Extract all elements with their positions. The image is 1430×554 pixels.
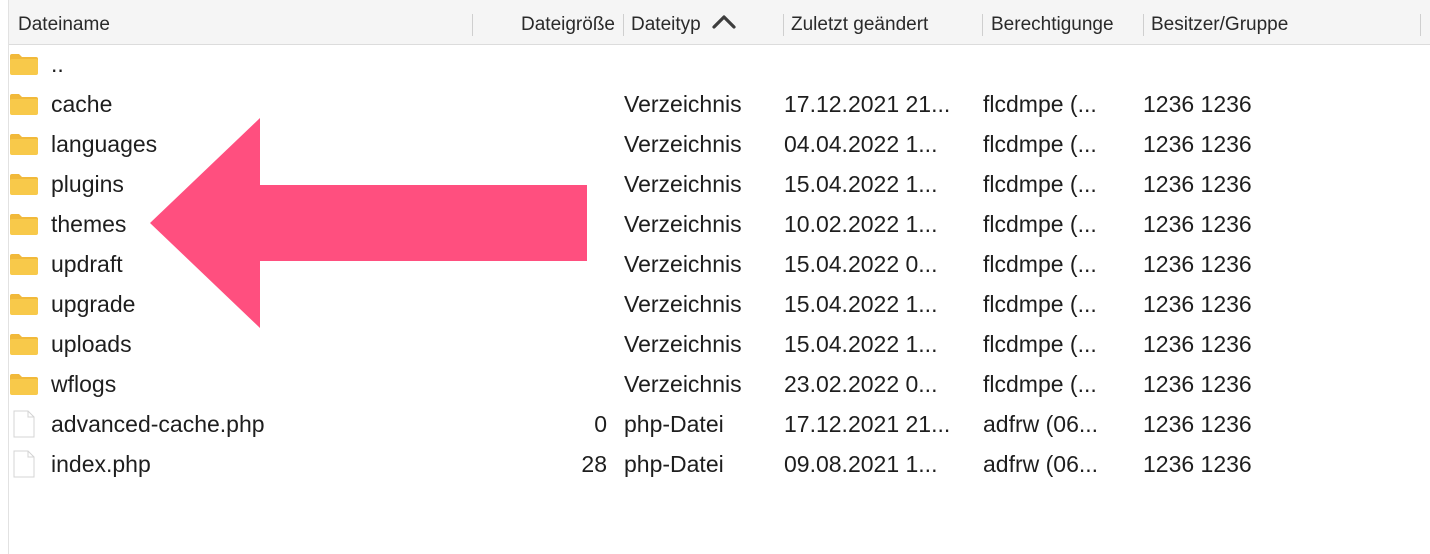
folder-icon	[10, 94, 38, 115]
cell-permissions: flcdmpe (...	[983, 331, 1097, 357]
cell-size	[479, 44, 607, 84]
table-row[interactable]: wflogs Verzeichnis 23.02.2022 0... flcdmpe …	[9, 364, 1430, 404]
cell-type: Verzeichnis	[624, 331, 742, 357]
cell-modified: 15.04.2022 0...	[784, 251, 938, 277]
cell-modified: 23.02.2022 0...	[784, 371, 938, 397]
cell-name: advanced-cache.php	[51, 411, 265, 437]
file-icon	[13, 410, 35, 438]
cell-type	[624, 44, 779, 84]
table-row[interactable]: ..	[9, 44, 1430, 84]
cell-permissions: flcdmpe (...	[983, 171, 1097, 197]
file-icon	[13, 450, 35, 478]
cell-name: wflogs	[51, 371, 117, 397]
folder-icon	[10, 374, 38, 395]
cell-permissions: flcdmpe (...	[983, 251, 1097, 277]
cell-owner: 1236 1236	[1143, 371, 1252, 397]
cell-permissions	[983, 44, 1141, 84]
folder-icon	[10, 334, 38, 355]
column-header-type-label: Dateityp	[631, 14, 701, 35]
cell-size: 0	[594, 411, 607, 437]
column-header-type[interactable]: Dateityp	[631, 0, 781, 44]
cell-permissions: flcdmpe (...	[983, 371, 1097, 397]
cell-size	[479, 364, 607, 404]
folder-icon	[10, 254, 38, 275]
cell-type: Verzeichnis	[624, 91, 742, 117]
column-divider[interactable]	[1143, 14, 1144, 36]
cell-modified	[784, 44, 980, 84]
cell-permissions: adfrw (06...	[983, 411, 1099, 437]
folder-icon	[10, 54, 38, 75]
cell-permissions: flcdmpe (...	[983, 211, 1097, 237]
cell-size: 28	[581, 451, 607, 477]
cell-modified: 04.04.2022 1...	[784, 131, 938, 157]
cell-owner: 1236 1236	[1143, 91, 1252, 117]
cell-modified: 17.12.2021 21...	[784, 411, 951, 437]
cell-name: uploads	[51, 331, 132, 357]
table-row[interactable]: uploads Verzeichnis 15.04.2022 1... flcdmpe…	[9, 324, 1430, 364]
column-divider[interactable]	[783, 14, 784, 36]
column-header-bar: Dateiname Dateigröße Dateityp Zuletzt ge…	[9, 0, 1430, 45]
cell-permissions: flcdmpe (...	[983, 91, 1097, 117]
cell-owner: 1236 1236	[1143, 251, 1252, 277]
column-header-size-label: Dateigröße	[521, 14, 615, 35]
cell-owner: 1236 1236	[1143, 131, 1252, 157]
column-divider[interactable]	[982, 14, 983, 36]
column-divider[interactable]	[1420, 14, 1421, 36]
cell-type: Verzeichnis	[624, 371, 742, 397]
cell-type: Verzeichnis	[624, 211, 742, 237]
table-row[interactable]: advanced-cache.php 0 php-Datei 17.12.2021 2…	[9, 404, 1430, 444]
left-arrow-icon	[150, 118, 587, 328]
cell-owner	[1143, 44, 1413, 84]
cell-owner: 1236 1236	[1143, 331, 1252, 357]
cell-owner: 1236 1236	[1143, 211, 1252, 237]
cell-owner: 1236 1236	[1143, 291, 1252, 317]
cell-modified: 15.04.2022 1...	[784, 291, 938, 317]
folder-icon	[10, 134, 38, 155]
column-header-permissions[interactable]: Berechtigunge	[991, 0, 1143, 44]
cell-owner: 1236 1236	[1143, 451, 1252, 477]
cell-permissions: adfrw (06...	[983, 451, 1099, 477]
cell-modified: 15.04.2022 1...	[784, 331, 938, 357]
column-divider[interactable]	[623, 14, 624, 36]
column-header-permissions-label: Berechtigunge	[991, 14, 1114, 35]
cell-permissions: flcdmpe (...	[983, 291, 1097, 317]
column-header-owner-label: Besitzer/Gruppe	[1151, 14, 1289, 35]
cell-size	[479, 324, 607, 364]
cell-modified: 15.04.2022 1...	[784, 171, 938, 197]
cell-name: ..	[51, 51, 64, 77]
folder-icon	[10, 214, 38, 235]
cell-modified: 09.08.2021 1...	[784, 451, 938, 477]
cell-type: Verzeichnis	[624, 171, 742, 197]
cell-name: index.php	[51, 451, 151, 477]
folder-icon	[10, 294, 38, 315]
cell-type: php-Datei	[624, 411, 724, 437]
cell-permissions: flcdmpe (...	[983, 131, 1097, 157]
cell-owner: 1236 1236	[1143, 171, 1252, 197]
folder-icon	[10, 174, 38, 195]
table-row[interactable]: index.php 28 php-Datei 09.08.2021 1... adfrw…	[9, 444, 1430, 484]
cell-modified: 17.12.2021 21...	[784, 91, 951, 117]
cell-type: Verzeichnis	[624, 291, 742, 317]
cell-modified: 10.02.2022 1...	[784, 211, 938, 237]
cell-type: php-Datei	[624, 451, 724, 477]
chevron-up-icon	[712, 15, 736, 29]
column-header-modified[interactable]: Zuletzt geändert	[791, 0, 979, 44]
cell-owner: 1236 1236	[1143, 411, 1252, 437]
column-header-owner[interactable]: Besitzer/Gruppe	[1151, 0, 1411, 44]
column-header-name[interactable]: Dateiname	[18, 0, 468, 44]
cell-type: Verzeichnis	[624, 131, 742, 157]
column-header-name-label: Dateiname	[18, 14, 110, 35]
column-header-modified-label: Zuletzt geändert	[791, 14, 929, 35]
column-header-size[interactable]: Dateigröße	[479, 0, 615, 44]
cell-type: Verzeichnis	[624, 251, 742, 277]
column-divider[interactable]	[472, 14, 473, 36]
